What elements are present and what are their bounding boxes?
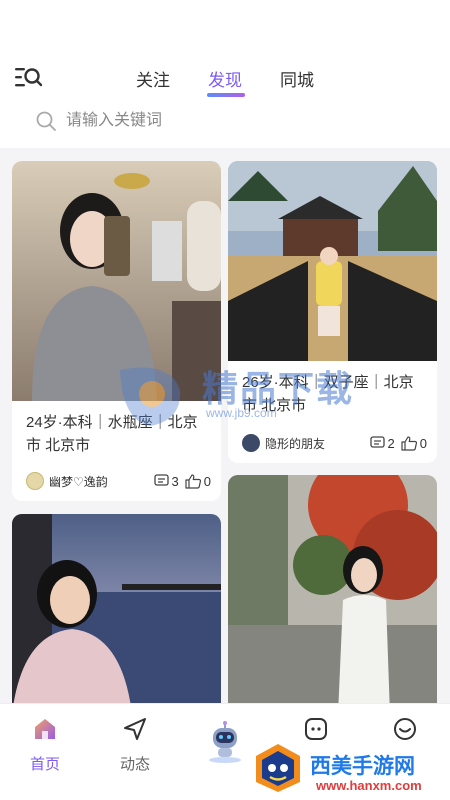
tab-same-city[interactable]: 同城 [280, 66, 314, 91]
comment-count[interactable]: 3 [153, 473, 179, 489]
profile-photo[interactable] [228, 161, 437, 361]
tab-follow[interactable]: 关注 [136, 66, 170, 91]
nav-moments[interactable]: 动态 [100, 716, 170, 774]
username[interactable]: 幽梦♡逸韵 [49, 473, 148, 490]
profile-card[interactable] [12, 514, 221, 703]
profile-summary: 26岁·本科｜双子座｜北京市 北京市 [242, 374, 414, 414]
message-icon [305, 718, 327, 740]
comment-count[interactable]: 2 [369, 435, 395, 451]
top-tab-bar: 关注 发现 同城 [0, 56, 450, 100]
comment-count-value: 3 [171, 473, 179, 489]
search-bar [0, 104, 450, 138]
discover-feed: 24岁·本科｜水瓶座｜北京市 北京市 幽梦♡逸韵 3 0 26岁·本科｜双子座｜… [0, 158, 450, 703]
nav-moments-label: 动态 [119, 756, 150, 773]
thumbs-up-icon [185, 473, 201, 489]
profile-photo[interactable] [228, 475, 437, 703]
card-footer: 隐形的朋友 2 0 [242, 433, 427, 453]
profile-card[interactable]: 26岁·本科｜双子座｜北京市 北京市 隐形的朋友 2 0 [228, 161, 437, 463]
status-bar [0, 0, 450, 56]
send-icon [124, 718, 146, 740]
username[interactable]: 隐形的朋友 [265, 435, 364, 452]
like-count[interactable]: 0 [185, 474, 211, 489]
nav-home-label: 首页 [29, 756, 60, 773]
smile-icon [394, 718, 416, 740]
robot-icon [209, 721, 241, 763]
nav-me[interactable] [370, 716, 440, 747]
avatar[interactable] [242, 434, 260, 452]
tab-discover[interactable]: 发现 [208, 66, 242, 91]
like-count[interactable]: 0 [401, 436, 427, 451]
thumbs-up-icon [401, 435, 417, 451]
comment-icon [153, 474, 169, 486]
nav-home[interactable]: 首页 [10, 716, 80, 774]
card-footer: 幽梦♡逸韵 3 0 [26, 471, 211, 491]
avatar[interactable] [26, 472, 44, 490]
nav-messages[interactable] [281, 716, 351, 747]
profile-card[interactable] [228, 475, 437, 703]
search-input[interactable] [66, 108, 366, 134]
bottom-navigation: 首页 动态 [0, 703, 450, 800]
section-divider [0, 148, 450, 158]
profile-summary: 24岁·本科｜水瓶座｜北京市 北京市 [26, 414, 198, 454]
profile-photo[interactable] [12, 514, 221, 703]
like-count-value: 0 [419, 435, 427, 451]
like-count-value: 0 [203, 473, 211, 489]
comment-icon [369, 436, 385, 448]
active-tab-indicator [207, 93, 245, 97]
profile-photo[interactable] [12, 161, 221, 401]
search-icon [35, 110, 57, 132]
tab-list: 关注 发现 同城 [0, 56, 450, 100]
nav-ai-assistant[interactable] [190, 720, 260, 769]
home-icon [35, 719, 55, 739]
comment-count-value: 2 [387, 435, 395, 451]
profile-card[interactable]: 24岁·本科｜水瓶座｜北京市 北京市 幽梦♡逸韵 3 0 [12, 161, 221, 501]
